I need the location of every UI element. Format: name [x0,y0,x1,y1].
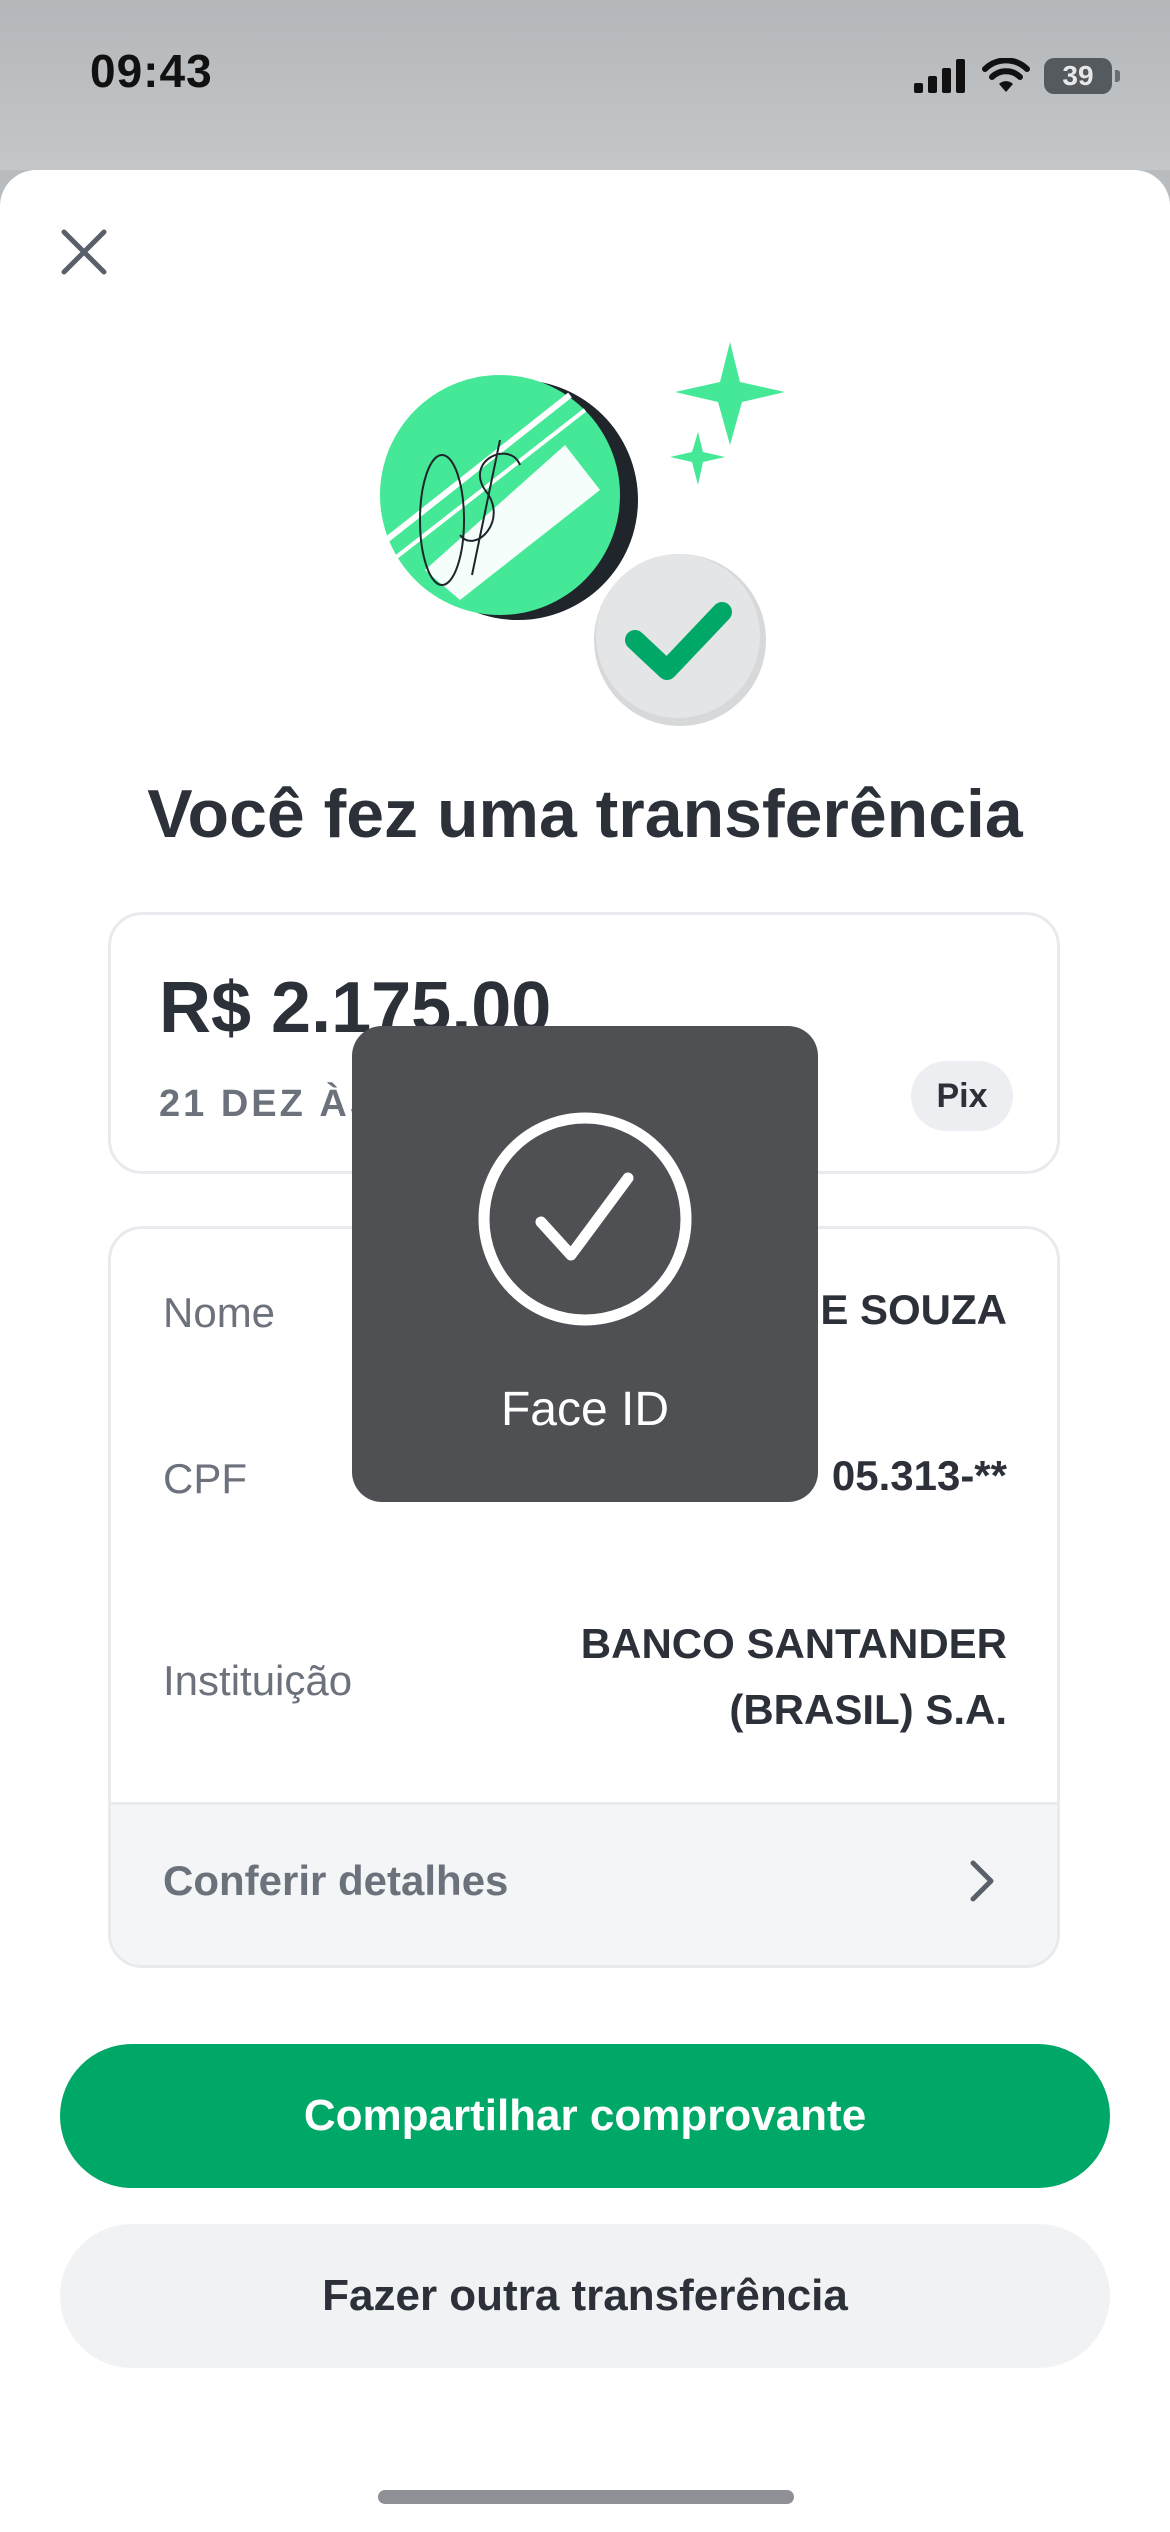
status-time: 09:43 [90,45,213,97]
battery-icon: 39 [1044,58,1120,94]
check-badge-icon [594,554,766,726]
institution-value-line2: (BRASIL) S.A. [729,1686,1007,1733]
chevron-right-icon [970,1860,994,1902]
face-id-check-icon [478,1112,692,1326]
institution-value-line1: BANCO SANTANDER [580,1620,1007,1667]
cellular-signal-icon [914,59,965,93]
cpf-value: 05.313-** [831,1452,1007,1499]
new-transfer-button[interactable]: Fazer outra transferência [60,2224,1110,2368]
name-label: Nome [163,1289,276,1336]
name-value: E SOUZA [820,1286,1007,1333]
page-title: Você fez uma transferência [147,776,1023,852]
view-details-label: Conferir detalhes [163,1857,509,1904]
coin-illustration [378,375,638,620]
face-id-label: Face ID [500,1383,670,1436]
face-id-overlay: Face ID [352,1026,818,1502]
institution-value: BANCO SANTANDER (BRASIL) S.A. [581,1611,1007,1743]
transfer-success-illustration [378,342,785,726]
transfer-date: 21 DEZ ÀS [159,1083,379,1125]
home-indicator [378,2490,794,2504]
view-details-button[interactable]: Conferir detalhes [111,1802,1057,1965]
status-bar: 09:43 39 [0,0,1170,170]
sparkle-small-icon [670,432,725,485]
cpf-label: CPF [163,1455,247,1502]
institution-label: Instituição [163,1657,353,1704]
battery-level: 39 [1062,60,1094,91]
status-icons: 39 [914,52,1120,100]
close-button[interactable] [50,218,118,286]
close-icon [61,229,107,275]
wifi-icon [982,58,1030,92]
sparkle-large-icon [675,342,785,445]
payment-method-badge: Pix [911,1061,1013,1131]
share-receipt-button[interactable]: Compartilhar comprovante [60,2044,1110,2188]
